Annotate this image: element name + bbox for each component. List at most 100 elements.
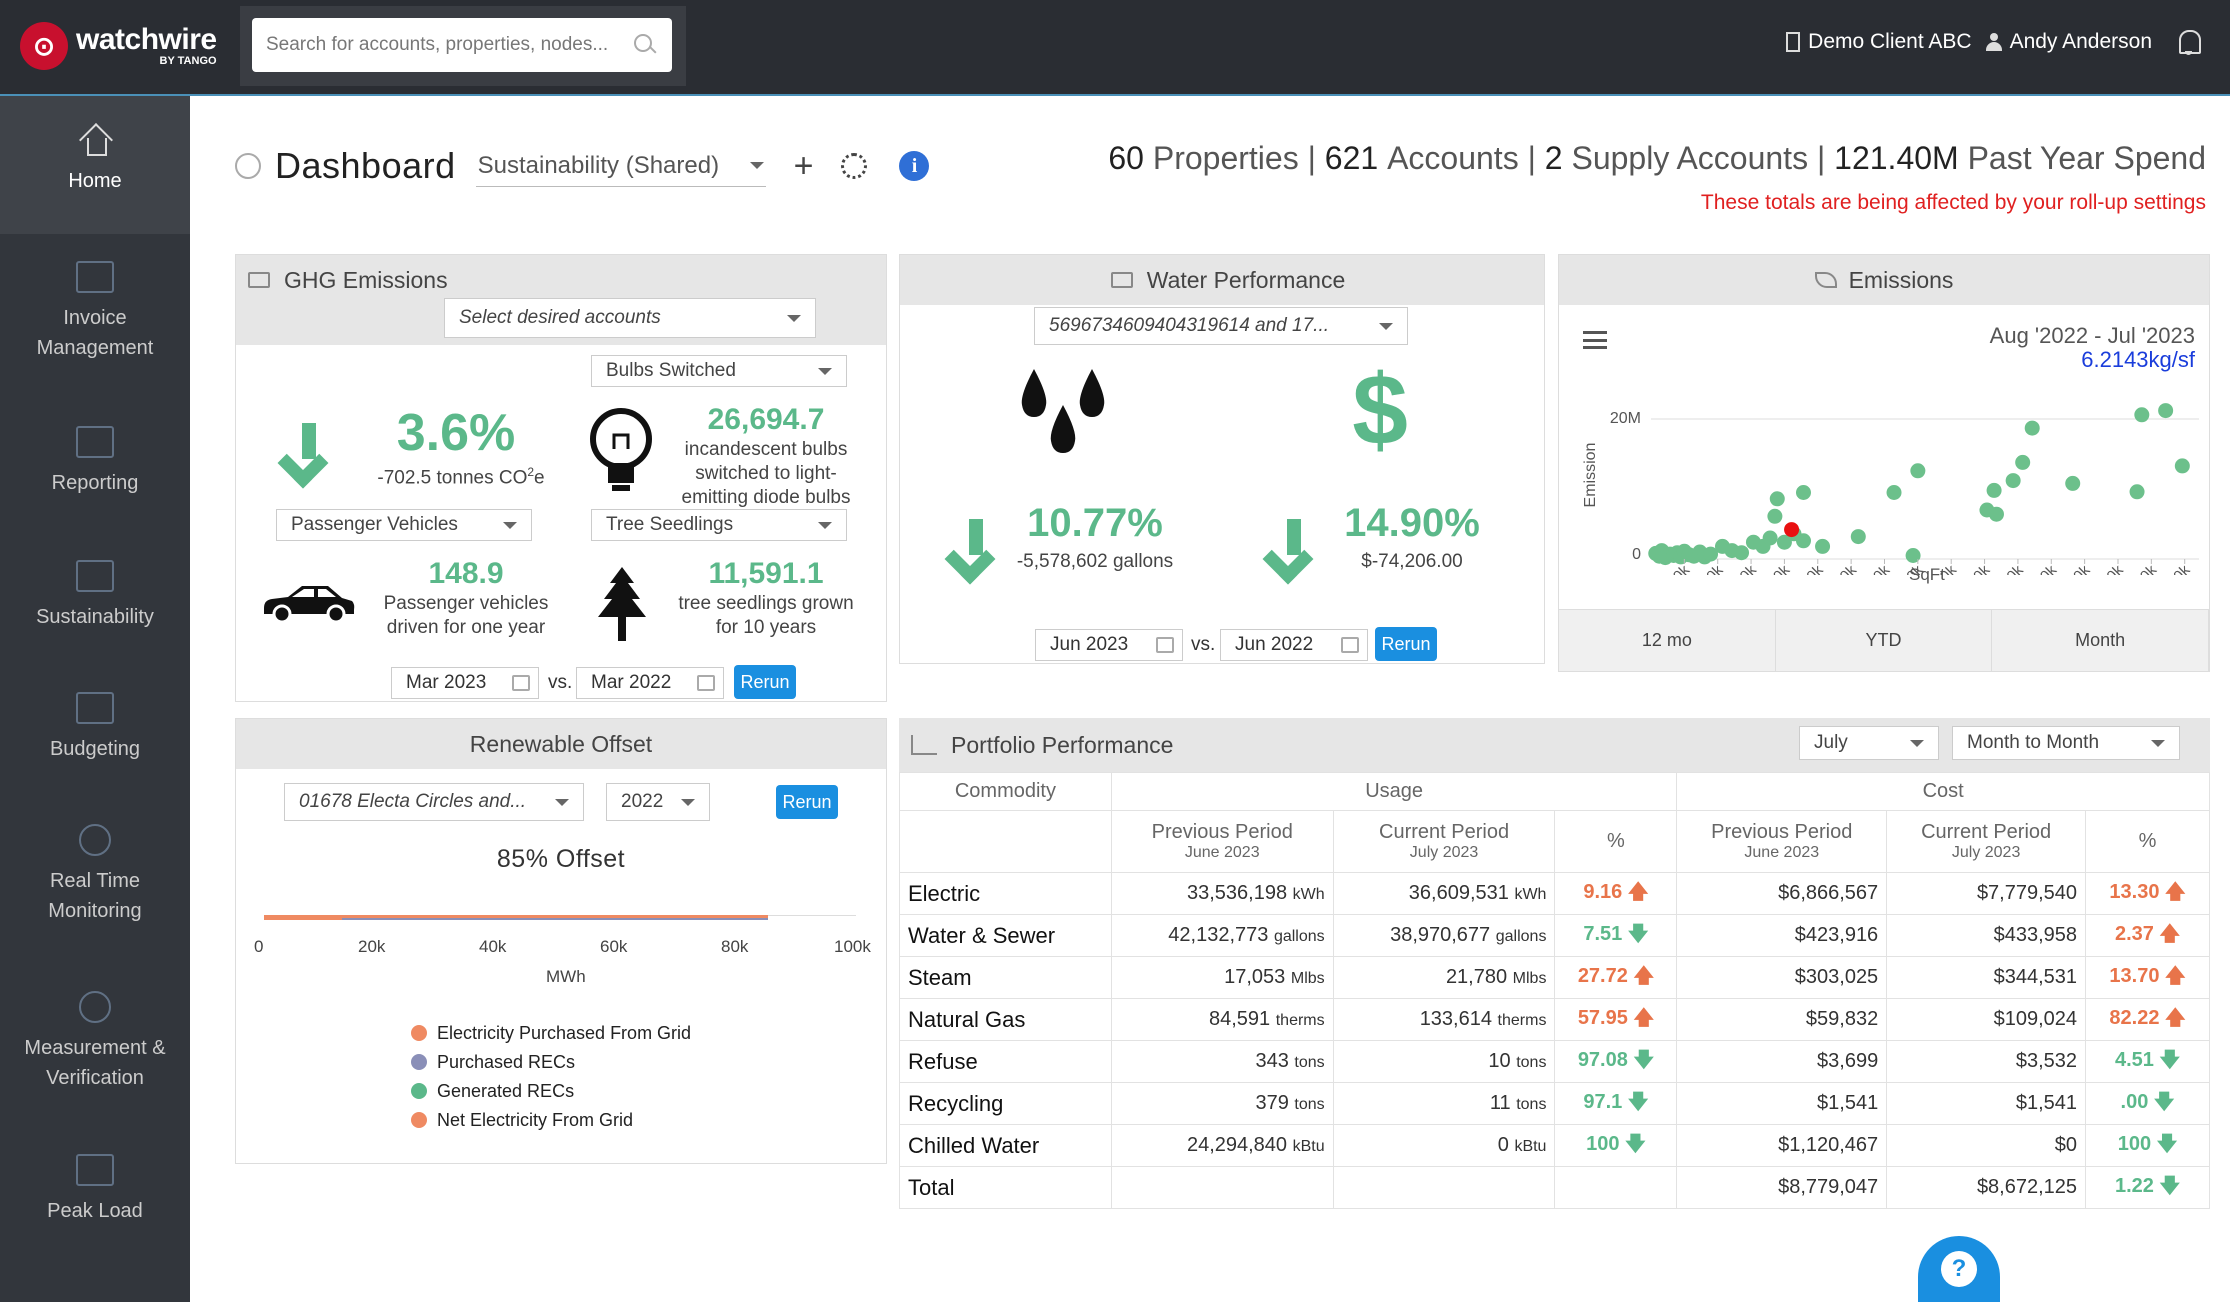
water-rerun-button[interactable]: Rerun	[1375, 627, 1437, 661]
usage-percent: 100	[1586, 1132, 1620, 1155]
table-row: Chilled Water 24,294,840 kBtu 0 kBtu 100 🡇 $…	[899, 1124, 2210, 1167]
trend-icon	[911, 735, 937, 755]
dashboard-view-select[interactable]: Sustainability (Shared)	[475, 145, 766, 187]
help-button[interactable]: ?	[1918, 1236, 2000, 1302]
usage-prev-value: 17,053	[1224, 966, 1286, 988]
search-input[interactable]	[266, 34, 632, 56]
data-point[interactable]	[1910, 463, 1926, 479]
data-point[interactable]	[1767, 508, 1783, 524]
data-point[interactable]	[1815, 538, 1831, 554]
portfolio-compare-select[interactable]: Month to Month	[1952, 726, 2180, 760]
user-menu[interactable]: Andy Anderson	[1985, 30, 2152, 54]
water-date-from[interactable]: Jun 2023	[1035, 629, 1183, 661]
axis-tick: 0	[254, 937, 264, 956]
legend-item[interactable]: Purchased RECs	[411, 1048, 691, 1077]
unit: tons	[1294, 1054, 1325, 1071]
data-point[interactable]	[2129, 484, 2145, 500]
water-drops-icon	[1021, 369, 1105, 453]
data-point[interactable]	[2015, 454, 2031, 470]
cell-cost-curr: $3,532	[1886, 1040, 2087, 1083]
water-date-to[interactable]: Jun 2022	[1220, 629, 1368, 661]
cell-cost-curr: $0	[1886, 1124, 2087, 1167]
data-point[interactable]	[1986, 482, 2002, 498]
trees-select[interactable]: Tree Seedlings	[591, 509, 847, 541]
tab-month[interactable]: Month	[1992, 610, 2210, 671]
ghg-rerun-button[interactable]: Rerun	[734, 665, 796, 699]
sidebar-item-home[interactable]: Home	[0, 96, 190, 234]
supply-count: 2	[1544, 140, 1563, 176]
usage-prev-value: 343	[1255, 1050, 1289, 1072]
water-accounts-select[interactable]: 5696734609404319614 and 17...	[1034, 307, 1408, 345]
data-point[interactable]	[2158, 403, 2174, 419]
select-value: 2022	[621, 791, 664, 812]
data-point[interactable]	[1769, 491, 1785, 507]
renewable-rerun-button[interactable]: Rerun	[776, 785, 838, 819]
col-usage-curr: Current Period July 2023	[1332, 810, 1556, 873]
watchwire-logo[interactable]: ⊙ watchwire BY TANGO	[20, 22, 217, 70]
bulbs-select[interactable]: Bulbs Switched	[591, 355, 847, 387]
water-gallons: -5,578,602 gallons	[1016, 551, 1174, 572]
cell-cost-prev: $8,779,047	[1676, 1166, 1888, 1209]
sidebar-item-invoice-management[interactable]: Invoice Management	[0, 261, 190, 363]
cost-percent: 82.22	[2109, 1006, 2160, 1029]
data-point[interactable]	[1850, 529, 1866, 545]
add-icon[interactable]: +	[794, 147, 814, 186]
ghg-accounts-select[interactable]: Select desired accounts	[444, 298, 816, 338]
select-value: July	[1814, 732, 1848, 753]
cost-curr-value: $8,672,125	[1976, 1176, 2078, 1198]
data-point[interactable]	[1988, 506, 2004, 522]
sidebar-item-sustainability[interactable]: Sustainability	[0, 560, 190, 632]
sidebar-item-measurement-verification[interactable]: Measurement & Verification	[0, 991, 190, 1093]
calendar-icon	[1341, 637, 1359, 653]
brand-name: watchwire	[76, 23, 217, 56]
search-icon[interactable]	[632, 32, 658, 58]
cell-cost-prev: $303,025	[1676, 956, 1888, 999]
data-point[interactable]	[2005, 473, 2021, 489]
select-value: Select desired accounts	[459, 307, 661, 328]
menu-icon[interactable]	[235, 153, 261, 179]
renewable-year-select[interactable]: 2022	[606, 783, 710, 821]
table-row: Water & Sewer 42,132,773 gallons 38,970,67…	[899, 914, 2210, 957]
sidebar-item-reporting[interactable]: Reporting	[0, 426, 190, 498]
col-usage-prev: Previous Period June 2023	[1110, 810, 1334, 873]
usage-curr-value: 0	[1497, 1134, 1509, 1156]
highlighted-data-point[interactable]	[1784, 522, 1800, 538]
data-point[interactable]	[1795, 533, 1811, 549]
client-selector[interactable]: Demo Client ABC	[1786, 30, 1972, 54]
data-point[interactable]	[2024, 420, 2040, 436]
legend-item[interactable]: Electricity Purchased From Grid	[411, 1019, 691, 1048]
data-point[interactable]	[2134, 407, 2150, 423]
data-point[interactable]	[2174, 458, 2190, 474]
cost-percent: 13.70	[2109, 964, 2160, 987]
home-icon	[76, 124, 114, 156]
calendar-icon	[1156, 637, 1174, 653]
data-point[interactable]	[1886, 485, 1902, 500]
data-point[interactable]	[2065, 475, 2081, 491]
sidebar-item-real-time-monitoring[interactable]: Real Time Monitoring	[0, 824, 190, 926]
usage-prev-value: 42,132,773	[1168, 924, 1269, 946]
tab-12-mo[interactable]: 12 mo	[1559, 610, 1776, 671]
sidebar-item-budgeting[interactable]: Budgeting	[0, 692, 190, 764]
legend-item[interactable]: Net Electricity From Grid	[411, 1106, 691, 1135]
data-point[interactable]	[1734, 545, 1750, 561]
y-axis-label: Emission	[1582, 443, 1599, 508]
data-point[interactable]	[1762, 530, 1778, 546]
data-point[interactable]	[1795, 485, 1811, 500]
legend-item[interactable]: Generated RECs	[411, 1077, 691, 1106]
cell-usage-prev: 84,591 therms	[1110, 998, 1334, 1041]
gear-icon[interactable]	[841, 153, 868, 179]
vehicles-select[interactable]: Passenger Vehicles	[276, 509, 532, 541]
chevron-down-icon	[681, 798, 695, 806]
tab-ytd[interactable]: YTD	[1776, 610, 1993, 671]
x-tick-label: 700k	[1792, 561, 1827, 575]
renewable-account-select[interactable]: 01678 Electa Circles and...	[284, 783, 584, 821]
portfolio-month-select[interactable]: July	[1799, 726, 1939, 760]
bell-icon[interactable]	[2176, 28, 2202, 56]
cell-cost-pct: 100 🡇	[2085, 1124, 2210, 1167]
ghg-date-to[interactable]: Mar 2022	[576, 667, 724, 699]
info-icon[interactable]: i	[899, 151, 930, 181]
cell-commodity: Total	[899, 1166, 1112, 1209]
user-name: Andy Anderson	[2009, 30, 2152, 53]
sidebar-item-peak-load[interactable]: Peak Load	[0, 1154, 190, 1226]
ghg-date-from[interactable]: Mar 2023	[391, 667, 539, 699]
